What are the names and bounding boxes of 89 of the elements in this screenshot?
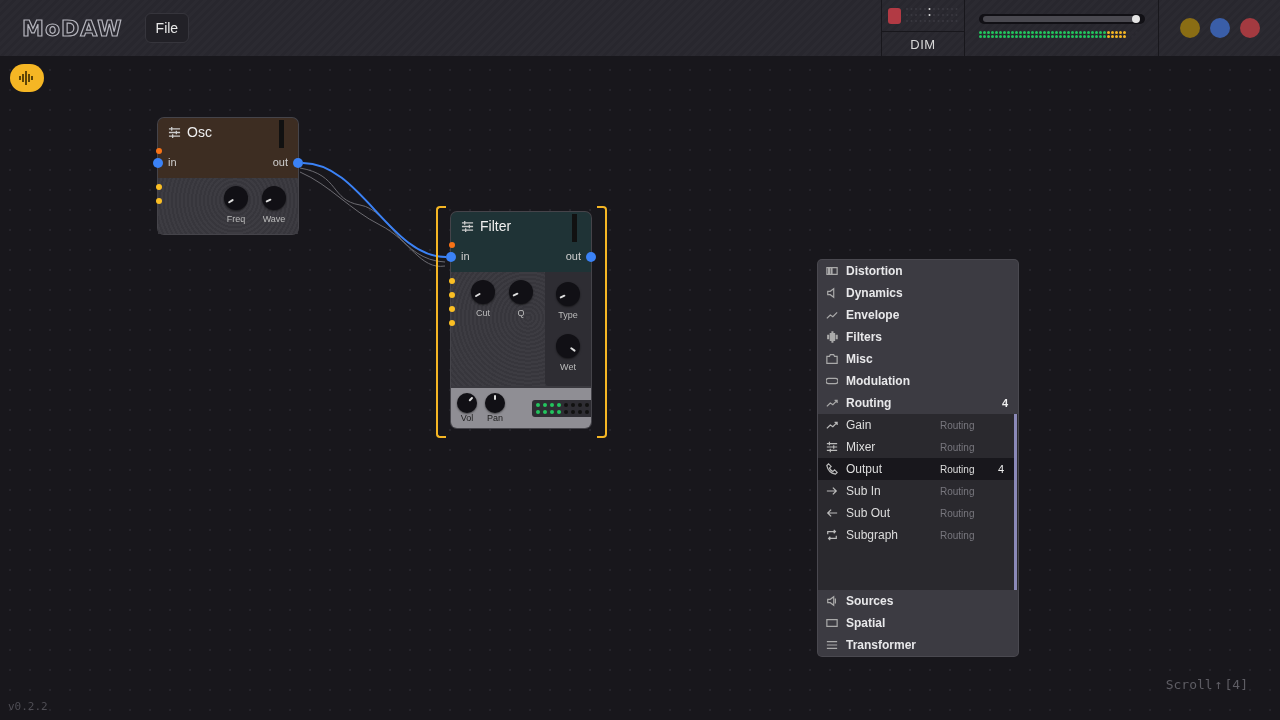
version-label: v0.2.2 xyxy=(8,700,48,713)
category-icon xyxy=(826,617,838,629)
menu-category[interactable]: Spatial xyxy=(818,612,1018,634)
menu-item[interactable]: Sub Out Routing xyxy=(818,502,1014,524)
item-icon xyxy=(826,419,838,431)
input-port[interactable] xyxy=(153,158,163,168)
node-card[interactable]: Filter in out Cut Q Type Wet Vol Pan xyxy=(451,212,591,428)
app-logo: MoDAW xyxy=(22,16,123,40)
output-port[interactable] xyxy=(586,252,596,262)
menu-item[interactable]: Subgraph Routing xyxy=(818,524,1014,546)
input-port[interactable] xyxy=(446,252,456,262)
port-label: in xyxy=(461,250,470,262)
category-icon xyxy=(826,353,838,365)
port-dot[interactable] xyxy=(449,242,455,248)
port-dot[interactable] xyxy=(449,292,455,298)
menu-category[interactable]: Dynamics xyxy=(818,282,1018,304)
menu-item[interactable]: Sub In Routing xyxy=(818,480,1014,502)
file-menu-button[interactable]: File xyxy=(144,13,190,43)
port-dot[interactable] xyxy=(449,278,455,284)
count-label: 4 xyxy=(997,463,1004,475)
category-label: Routing xyxy=(940,485,976,497)
record-button[interactable] xyxy=(888,7,901,24)
arrow-glyph: ↑ xyxy=(1214,677,1223,692)
port-dot[interactable] xyxy=(449,306,455,312)
port-label: in xyxy=(168,156,177,168)
node-title: Osc xyxy=(187,124,212,140)
dim-button[interactable]: DIM xyxy=(882,32,964,56)
port-dot[interactable] xyxy=(156,198,162,204)
category-icon xyxy=(826,331,838,343)
window-dot[interactable] xyxy=(1239,18,1260,38)
knob[interactable] xyxy=(556,334,580,358)
category-icon xyxy=(826,595,838,607)
sliders-icon[interactable] xyxy=(461,219,474,233)
menu-item[interactable]: Output Routing 4 xyxy=(818,458,1014,480)
window-dot[interactable] xyxy=(1179,18,1200,38)
count-label: 4 xyxy=(1000,397,1008,409)
node-card[interactable]: Osc in out Freq Wave xyxy=(158,118,298,234)
port-dot[interactable] xyxy=(156,148,162,154)
menu-category[interactable]: Sources xyxy=(818,590,1018,612)
port-dot[interactable] xyxy=(449,320,455,326)
knob-label: Wave xyxy=(262,214,286,224)
led-meter xyxy=(532,399,591,417)
knob-label: Vol xyxy=(460,413,474,423)
knob-label: Cut xyxy=(476,308,490,318)
menu-category[interactable]: Modulation xyxy=(818,370,1018,392)
item-icon xyxy=(826,463,838,475)
waveform-toggle[interactable] xyxy=(10,64,44,92)
output-port[interactable] xyxy=(293,158,303,168)
item-icon xyxy=(826,507,838,519)
item-icon xyxy=(826,441,838,453)
item-icon xyxy=(826,529,838,541)
item-icon xyxy=(826,485,838,497)
sliders-icon[interactable] xyxy=(168,125,181,139)
menu-category[interactable]: Transformer xyxy=(818,634,1018,656)
category-icon xyxy=(826,375,838,387)
port-label: out xyxy=(565,250,581,262)
menu-category[interactable]: Envelope xyxy=(818,304,1018,326)
count-label: [4] xyxy=(1224,677,1248,692)
menu-category[interactable]: Distortion xyxy=(818,260,1018,282)
scroll-hint: Scroll xyxy=(1165,677,1213,692)
menu-category[interactable]: Filters xyxy=(818,326,1018,348)
port-label: out xyxy=(272,156,288,168)
knob[interactable] xyxy=(485,393,505,413)
category-label: Routing xyxy=(940,529,976,541)
knob-label: Type xyxy=(558,310,578,320)
knob-label: Q xyxy=(517,308,525,318)
waveform-icon xyxy=(19,71,35,85)
category-icon xyxy=(826,397,838,409)
category-label: Routing xyxy=(940,507,976,519)
menu-category[interactable]: Misc xyxy=(818,348,1018,370)
category-label: Routing xyxy=(940,441,976,453)
menu-item[interactable]: Gain Routing xyxy=(818,414,1014,436)
category-icon xyxy=(826,265,838,277)
knob[interactable] xyxy=(457,393,477,413)
volume-slider[interactable] xyxy=(979,14,1145,24)
slider-thumb[interactable] xyxy=(1132,15,1141,23)
menu-item[interactable]: Mixer Routing xyxy=(818,436,1014,458)
category-label: Routing xyxy=(940,463,976,475)
category-label: Routing xyxy=(940,419,976,431)
category-icon xyxy=(826,639,838,651)
knob-label: Freq xyxy=(226,214,246,224)
window-dot[interactable] xyxy=(1209,18,1230,38)
scrollbar[interactable] xyxy=(1014,414,1017,590)
port-dot[interactable] xyxy=(156,184,162,190)
menu-category[interactable]: Routing 4 xyxy=(818,392,1018,414)
knob-label: Wet xyxy=(560,362,576,372)
knob-label: Pan xyxy=(487,413,503,423)
category-icon xyxy=(826,309,838,321)
node-title: Filter xyxy=(480,218,512,234)
